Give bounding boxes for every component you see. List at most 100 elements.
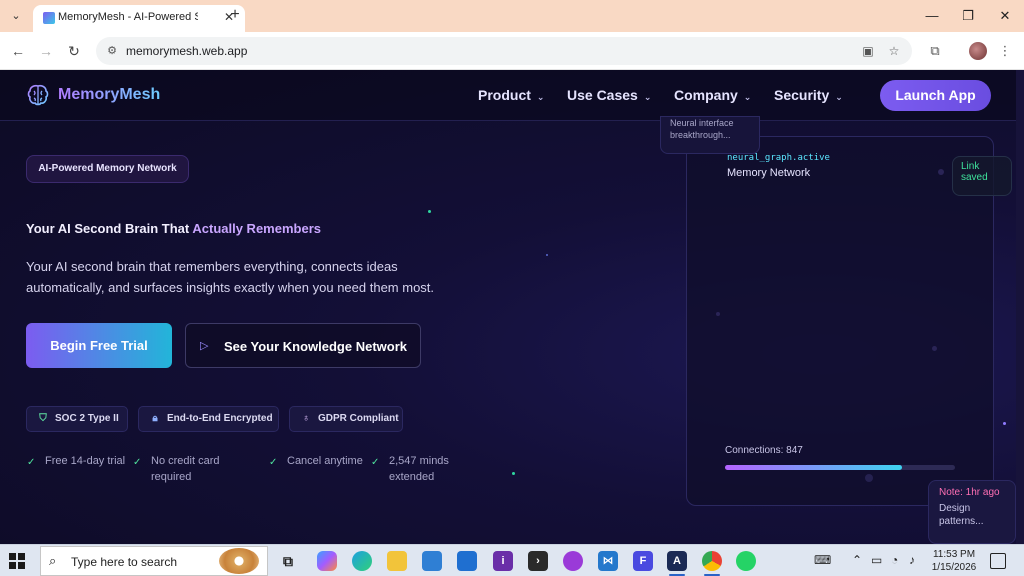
maximize-button[interactable]: ❐	[958, 7, 978, 25]
nav-security-label: Security	[774, 87, 830, 103]
profile-avatar[interactable]	[969, 42, 987, 60]
decor-dot	[428, 210, 431, 213]
search-highlight-icon[interactable]	[219, 548, 259, 574]
battery-icon[interactable]: ▭	[871, 553, 882, 567]
tor-browser-icon[interactable]	[563, 551, 583, 571]
check-icon: ✓	[269, 457, 278, 468]
note-text: Design patterns...	[939, 503, 984, 527]
feature-label: Free 14-day trial	[45, 455, 126, 467]
memory-network-title: Memory Network	[727, 167, 811, 179]
whatsapp-icon[interactable]	[736, 551, 756, 571]
windows-taskbar: ⌕ Type here to search ⧉ i › ⋈ F A ⌨ ⌃ ▭ …	[0, 544, 1024, 576]
chevron-down-icon: ⌄	[536, 92, 545, 102]
network-node	[1003, 422, 1006, 425]
chevron-down-icon: ⌄	[835, 92, 843, 102]
note-time: Note: 1hr ago	[939, 487, 1000, 498]
see-knowledge-network-label: See Your Knowledge Network	[224, 339, 408, 354]
windows-start-icon[interactable]	[9, 553, 25, 569]
favicon-icon	[43, 12, 55, 24]
app-f-icon[interactable]: F	[633, 551, 653, 571]
volume-icon[interactable]: ♪	[909, 553, 915, 567]
nav-product[interactable]: Product ⌄	[478, 87, 544, 103]
taskbar-clock[interactable]: 11:53 PM 1/15/2026	[926, 548, 982, 574]
chrome-icon[interactable]	[702, 551, 722, 571]
trust-badge-label: GDPR Compliant	[318, 413, 399, 424]
tab-list-chevron-icon[interactable]: ⌄	[6, 7, 26, 25]
nav-company-label: Company	[674, 87, 738, 103]
feature-label: 2,547 minds extended	[389, 455, 449, 483]
feature-label: No credit card required	[151, 455, 220, 483]
install-app-icon[interactable]: ▣	[860, 43, 876, 59]
trust-badge-gdpr: ♁ GDPR Compliant	[289, 406, 403, 432]
taskbar-search[interactable]: ⌕ Type here to search	[40, 546, 268, 576]
microsoft-store-icon[interactable]	[422, 551, 442, 571]
copilot-icon[interactable]	[317, 551, 337, 571]
floating-memory-card: Neural interface breakthrough...	[660, 116, 760, 154]
chevron-down-icon: ⌄	[643, 92, 652, 102]
vscode-icon[interactable]: ⋈	[598, 551, 618, 571]
reload-button[interactable]: ↻	[64, 41, 84, 61]
file-explorer-icon[interactable]	[387, 551, 407, 571]
play-icon: ▷	[200, 340, 209, 352]
check-icon: ✓	[27, 457, 36, 468]
headline-part-1: Your AI Second Brain That	[26, 221, 193, 236]
app-a-icon[interactable]: A	[667, 551, 687, 571]
brand-name[interactable]: MemoryMesh	[58, 86, 160, 104]
clock-date: 1/15/2026	[931, 562, 977, 573]
address-url[interactable]: memorymesh.web.app	[126, 44, 247, 58]
nav-company[interactable]: Company ⌄	[674, 87, 751, 103]
extensions-icon[interactable]: ⧉	[926, 42, 944, 60]
decor-dot	[546, 254, 548, 256]
nav-security[interactable]: Security ⌄	[774, 87, 843, 103]
note-card: Note: 1hr ago Design patterns...	[928, 480, 1016, 544]
decor-dot	[512, 472, 515, 475]
clock-time: 11:53 PM	[932, 549, 976, 560]
bookmark-star-icon[interactable]: ☆	[886, 43, 902, 59]
browser-tab-bar: ⌄ MemoryMesh - AI-Powered Se ✕ + — ❐ ✕	[0, 0, 1024, 32]
check-icon: ✓	[133, 457, 142, 468]
chevron-down-icon: ⌄	[743, 92, 752, 102]
app-i-icon[interactable]: i	[493, 551, 513, 571]
site-navbar: MemoryMesh Product ⌄ Use Cases ⌄ Company ⌄ …	[0, 70, 1016, 121]
tab-title: MemoryMesh - AI-Powered Se	[58, 11, 198, 23]
back-button[interactable]: ←	[8, 41, 28, 61]
launch-app-button[interactable]: Launch App	[880, 80, 991, 111]
check-icon: ✓	[371, 457, 380, 468]
trust-badge-soc2: ⛉ SOC 2 Type II	[26, 406, 128, 432]
terminal-icon[interactable]: ›	[528, 551, 548, 571]
keyboard-icon[interactable]: ⌨	[814, 553, 831, 567]
web-page: MemoryMesh Product ⌄ Use Cases ⌄ Company ⌄ …	[0, 70, 1024, 544]
award-icon: ♁	[302, 413, 310, 424]
brain-icon[interactable]	[26, 83, 50, 107]
site-info-icon[interactable]: ⚙	[104, 43, 120, 59]
connections-progress-track	[725, 465, 955, 470]
hero-subtext: Your AI second brain that remembers ever…	[26, 259, 435, 295]
link-saved-toast: Link saved	[952, 156, 1012, 196]
browser-tab[interactable]: MemoryMesh - AI-Powered Se ✕	[33, 5, 245, 32]
nav-use-cases-label: Use Cases	[567, 87, 638, 103]
taskbar-search-placeholder: Type here to search	[71, 555, 178, 569]
notification-center-icon[interactable]	[990, 553, 1006, 569]
address-bar[interactable]: ⚙ memorymesh.web.app ▣ ☆	[96, 37, 912, 65]
see-knowledge-network-button[interactable]: ▷ See Your Knowledge Network	[185, 323, 421, 368]
new-tab-button[interactable]: +	[226, 7, 244, 25]
forward-button[interactable]: →	[36, 41, 56, 61]
outlook-icon[interactable]	[457, 551, 477, 571]
begin-free-trial-button[interactable]: Begin Free Trial	[26, 323, 172, 368]
task-view-icon[interactable]: ⧉	[278, 551, 298, 571]
headline-highlight: Actually Remembers	[192, 221, 321, 236]
connections-label: Connections: 847	[725, 445, 803, 456]
trust-badge-encrypted: 🔒︎ End-to-End Encrypted	[138, 406, 279, 432]
browser-toolbar: ← → ↻ ⚙ memorymesh.web.app ▣ ☆ ⧉ ⋮	[0, 32, 1024, 70]
nav-use-cases[interactable]: Use Cases ⌄	[567, 87, 651, 103]
tray-chevron-icon[interactable]: ⌃	[852, 553, 862, 567]
network-icon[interactable]: ◔	[891, 553, 898, 567]
trust-badge-label: End-to-End Encrypted	[167, 413, 273, 424]
minimize-button[interactable]: —	[922, 7, 942, 25]
browser-menu-icon[interactable]: ⋮	[996, 42, 1014, 60]
edge-icon[interactable]	[352, 551, 372, 571]
feature-label: Cancel anytime	[287, 455, 363, 467]
close-window-button[interactable]: ✕	[995, 7, 1015, 25]
connections-progress-fill	[725, 465, 903, 470]
page-scrollbar[interactable]	[1016, 70, 1024, 544]
